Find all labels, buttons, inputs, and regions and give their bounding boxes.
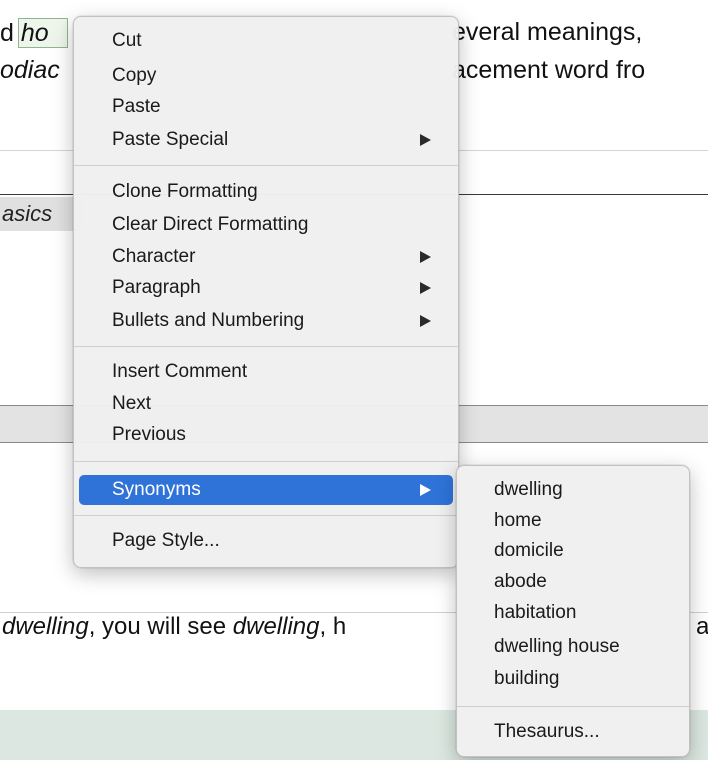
synonym-item-dwelling[interactable]: dwelling (494, 477, 563, 503)
menu-item-insert-comment[interactable]: Insert Comment (112, 358, 247, 386)
document-line-1-left: d ho (0, 18, 68, 48)
synonym-item-home[interactable]: home (494, 508, 542, 534)
synonyms-submenu: dwelling home domicile abode habitation … (456, 465, 690, 757)
heading-fragment: asics (0, 197, 82, 231)
menu-item-synonyms[interactable]: Synonyms (79, 475, 453, 505)
menu-separator (74, 461, 458, 462)
menu-item-clone-formatting[interactable]: Clone Formatting (112, 178, 258, 206)
menu-separator (74, 346, 458, 347)
emphasis-word: dwelling (2, 613, 89, 640)
menu-separator (74, 515, 458, 516)
document-line-3-right: ab (696, 613, 708, 640)
selected-word[interactable]: ho (17, 18, 68, 48)
submenu-arrow-icon (420, 484, 431, 496)
submenu-arrow-icon (420, 315, 431, 327)
synonym-item-building[interactable]: building (494, 666, 560, 692)
menu-item-bullets-and-numbering[interactable]: Bullets and Numbering (112, 307, 304, 335)
synonym-item-dwelling-house[interactable]: dwelling house (494, 634, 620, 660)
menu-item-next[interactable]: Next (112, 390, 151, 418)
menu-separator (74, 165, 458, 166)
emphasis-word: dwelling (232, 613, 320, 640)
document-line-1-right: everal meanings, (452, 18, 643, 46)
submenu-arrow-icon (420, 134, 431, 146)
menu-item-paragraph[interactable]: Paragraph (112, 274, 201, 302)
document-text-fragment: , you will see (88, 613, 233, 640)
document-line-3: dwelling, you will see dwelling, h (2, 613, 346, 641)
menu-separator (457, 706, 689, 707)
document-text-fragment: , h (319, 613, 347, 640)
synonym-item-habitation[interactable]: habitation (494, 600, 576, 626)
document-line-2-left: odiac (0, 56, 60, 84)
menu-item-copy[interactable]: Copy (112, 62, 156, 90)
menu-item-thesaurus[interactable]: Thesaurus... (494, 719, 600, 745)
menu-item-paste[interactable]: Paste (112, 93, 161, 121)
document-line-2-right: acement word fro (452, 56, 646, 84)
document-text-fragment: d (0, 19, 14, 47)
menu-item-synonyms-label: Synonyms (112, 479, 201, 500)
menu-item-character[interactable]: Character (112, 243, 195, 271)
submenu-arrow-icon (420, 282, 431, 294)
menu-item-clear-direct-formatting[interactable]: Clear Direct Formatting (112, 211, 308, 239)
menu-item-page-style[interactable]: Page Style... (112, 527, 220, 555)
synonym-item-domicile[interactable]: domicile (494, 538, 564, 564)
context-menu: Cut Copy Paste Paste Special Clone Forma… (73, 16, 459, 568)
menu-item-cut[interactable]: Cut (112, 27, 142, 55)
menu-item-previous[interactable]: Previous (112, 421, 186, 449)
menu-item-paste-special[interactable]: Paste Special (112, 126, 228, 154)
synonym-item-abode[interactable]: abode (494, 569, 547, 595)
submenu-arrow-icon (420, 251, 431, 263)
